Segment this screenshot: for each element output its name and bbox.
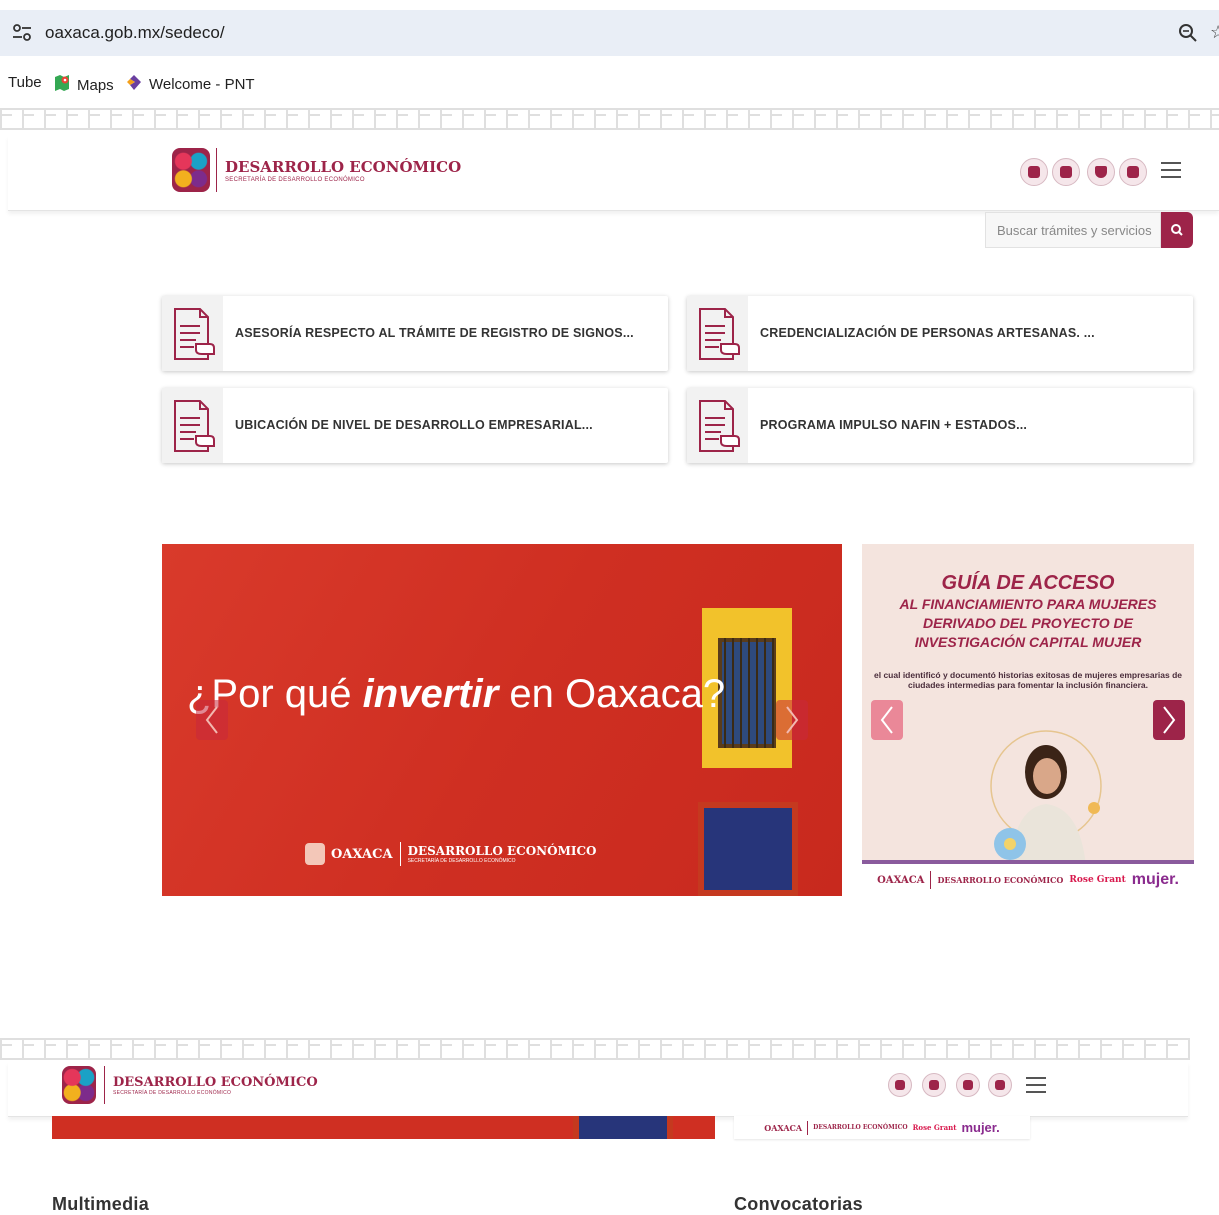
document-icon bbox=[687, 388, 748, 463]
bookmark-pnt[interactable]: Welcome - PNT bbox=[126, 74, 255, 95]
transparencia-icon[interactable] bbox=[1119, 158, 1147, 186]
strip-rose-grant: Rose Grant bbox=[912, 1123, 957, 1132]
bookmark-youtube[interactable]: Tube bbox=[8, 74, 42, 91]
transparencia-icon[interactable] bbox=[988, 1073, 1012, 1097]
footer-oaxaca: OAXACA bbox=[877, 874, 925, 886]
section-title-multimedia: Multimedia bbox=[52, 1194, 150, 1214]
sticky-header: DESARROLLO ECONÓMICO SECRETARÍA DE DESAR… bbox=[8, 1062, 1188, 1117]
greek-key-pattern bbox=[0, 1038, 1190, 1060]
search-box bbox=[985, 212, 1193, 248]
section-title-convocatorias: Convocatorias bbox=[734, 1194, 863, 1214]
pnt-logo-icon bbox=[126, 74, 143, 95]
guide-description: el cual identificó y documentó historias… bbox=[874, 670, 1183, 690]
logo-sub: SECRETARÍA DE DESARROLLO ECONÓMICO bbox=[407, 858, 516, 864]
search-icon bbox=[1171, 224, 1183, 236]
door-illustration bbox=[698, 802, 798, 896]
invest-banner-strip bbox=[52, 1116, 715, 1139]
bookmark-maps[interactable]: Maps bbox=[53, 74, 114, 96]
guide-line: INVESTIGACIÓN CAPITAL MUJER bbox=[914, 634, 1142, 650]
invest-banner[interactable]: ¿Por qué invertir en Oaxaca? OAXACA DESA… bbox=[162, 544, 842, 896]
procedure-card[interactable]: ASESORÍA RESPECTO AL TRÁMITE DE REGISTRO… bbox=[162, 296, 668, 371]
document-icon bbox=[162, 388, 223, 463]
tramites-icon[interactable] bbox=[1052, 158, 1080, 186]
shield-icon[interactable] bbox=[1087, 158, 1115, 186]
guide-next-button[interactable] bbox=[1153, 700, 1185, 740]
procedure-label: CREDENCIALIZACIÓN DE PERSONAS ARTESANAS.… bbox=[760, 326, 1095, 340]
strip-mujer: mujer. bbox=[961, 1120, 1000, 1135]
gobierno-icon[interactable] bbox=[888, 1073, 912, 1097]
gobierno-icon[interactable] bbox=[1020, 158, 1048, 186]
logo-divider bbox=[216, 148, 217, 192]
browser-url-bar[interactable]: oaxaca.gob.mx/sedeco/ ☆ bbox=[0, 10, 1219, 56]
guide-prev-button[interactable] bbox=[871, 700, 903, 740]
strip-oaxaca: OAXACA bbox=[764, 1122, 803, 1133]
procedure-label: UBICACIÓN DE NIVEL DE DESARROLLO EMPRESA… bbox=[235, 418, 593, 432]
document-icon bbox=[687, 296, 748, 371]
footer-mujer: mujer. bbox=[1131, 871, 1179, 888]
site-settings-icon[interactable] bbox=[12, 24, 32, 42]
zoom-icon[interactable] bbox=[1178, 23, 1198, 43]
procedure-label: PROGRAMA IMPULSO NAFIN + ESTADOS... bbox=[760, 418, 1028, 432]
bookmark-label: Tube bbox=[8, 74, 42, 91]
banner-logo: OAXACA DESARROLLO ECONÓMICO SECRETARÍA D… bbox=[305, 840, 596, 868]
brand-subtitle: SECRETARÍA DE DESARROLLO ECONÓMICO bbox=[113, 1090, 232, 1096]
site-header: DESARROLLO ECONÓMICO SECRETARÍA DE DESAR… bbox=[8, 136, 1219, 211]
hamburger-menu-icon[interactable] bbox=[1161, 162, 1181, 178]
footer-desarrollo: DESARROLLO ECONÓMICO bbox=[937, 875, 1064, 885]
brand-subtitle: SECRETARÍA DE DESARROLLO ECONÓMICO bbox=[225, 177, 365, 183]
banner-headline: ¿Por qué invertir en Oaxaca? bbox=[187, 672, 725, 717]
brand-title[interactable]: DESARROLLO ECONÓMICO bbox=[225, 158, 461, 176]
procedure-card[interactable]: CREDENCIALIZACIÓN DE PERSONAS ARTESANAS.… bbox=[687, 296, 1193, 371]
guide-banner[interactable]: GUÍA DE ACCESO AL FINANCIAMIENTO PARA MU… bbox=[862, 544, 1194, 896]
procedure-card[interactable]: UBICACIÓN DE NIVEL DE DESARROLLO EMPRESA… bbox=[162, 388, 668, 463]
guide-footer-logos: OAXACA DESARROLLO ECONÓMICO Rose Grant m… bbox=[862, 864, 1194, 896]
carousel-next-button[interactable] bbox=[776, 700, 808, 740]
tramites-icon[interactable] bbox=[922, 1073, 946, 1097]
brand-title[interactable]: DESARROLLO ECONÓMICO bbox=[113, 1075, 318, 1090]
bookmark-label: Welcome - PNT bbox=[149, 76, 255, 93]
bookmarks-bar: Tube Maps Welcome - PNT bbox=[0, 64, 1219, 100]
guide-title: GUÍA DE ACCESO bbox=[941, 572, 1115, 594]
logo-divider bbox=[104, 1066, 105, 1104]
oaxaca-logo[interactable] bbox=[62, 1066, 96, 1104]
procedure-card[interactable]: PROGRAMA IMPULSO NAFIN + ESTADOS... bbox=[687, 388, 1193, 463]
maps-icon bbox=[53, 74, 71, 96]
oaxaca-emblem-icon bbox=[305, 843, 325, 865]
chevron-left-icon bbox=[880, 706, 893, 734]
oaxaca-logo[interactable] bbox=[172, 148, 210, 192]
chevron-right-icon bbox=[786, 706, 799, 734]
greek-key-pattern bbox=[0, 108, 1219, 130]
bookmark-star-icon[interactable]: ☆ bbox=[1210, 22, 1219, 43]
url-text[interactable]: oaxaca.gob.mx/sedeco/ bbox=[45, 23, 225, 43]
logo-desarrollo: DESARROLLO ECONÓMICO bbox=[407, 844, 597, 858]
shield-icon[interactable] bbox=[956, 1073, 980, 1097]
search-input[interactable] bbox=[985, 212, 1161, 248]
woman-portrait-illustration bbox=[990, 730, 1102, 866]
guide-line: DERIVADO DEL PROYECTO DE bbox=[922, 615, 1134, 631]
bookmark-label: Maps bbox=[77, 76, 114, 94]
headline-post: en Oaxaca? bbox=[498, 672, 726, 716]
carousel-prev-button[interactable] bbox=[196, 700, 228, 740]
strip-desarrollo: DESARROLLO ECONÓMICO bbox=[813, 1124, 908, 1131]
guide-line: AL FINANCIAMIENTO PARA MUJERES bbox=[899, 596, 1157, 612]
procedure-label: ASESORÍA RESPECTO AL TRÁMITE DE REGISTRO… bbox=[235, 326, 634, 340]
hamburger-menu-icon[interactable] bbox=[1026, 1077, 1046, 1093]
document-icon bbox=[162, 296, 223, 371]
guide-banner-strip: OAXACA DESARROLLO ECONÓMICO Rose Grant m… bbox=[734, 1116, 1030, 1139]
logo-oaxaca: OAXACA bbox=[331, 846, 393, 862]
headline-emphasis: invertir bbox=[362, 672, 499, 716]
chevron-right-icon bbox=[1163, 706, 1176, 734]
chevron-left-icon bbox=[205, 706, 218, 734]
search-button[interactable] bbox=[1161, 212, 1193, 248]
footer-rose-grant: Rose Grant bbox=[1069, 875, 1126, 885]
